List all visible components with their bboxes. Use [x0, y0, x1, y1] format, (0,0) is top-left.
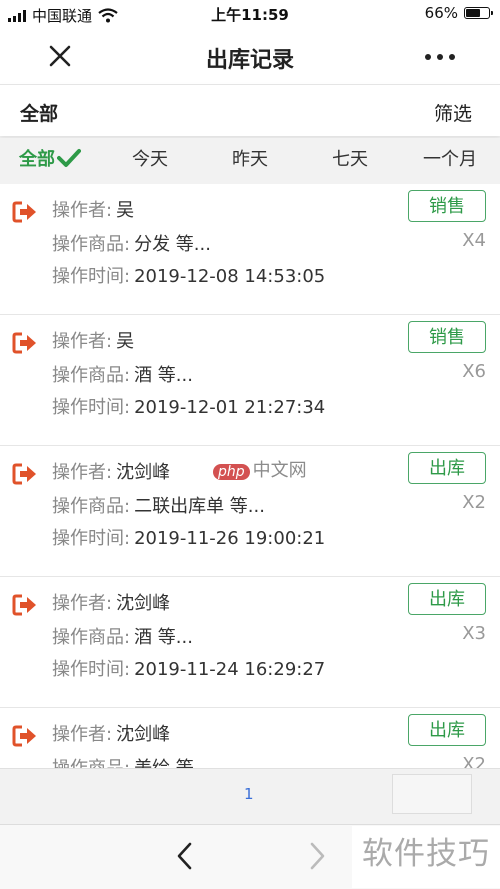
time-value: 2019-12-08 14:53:05 [134, 266, 326, 287]
time-value: 2019-11-26 19:00:21 [134, 528, 326, 549]
operator-label: 操作者: [52, 331, 113, 352]
watermark: php 中文网 [213, 456, 307, 482]
tab-yesterday[interactable]: 昨天 [200, 138, 300, 184]
operator-row: 操作者: 吴 [52, 327, 134, 353]
page-input[interactable] [392, 774, 472, 814]
goods-label: 操作商品: [52, 627, 131, 648]
time-row: 操作时间: 2019-11-24 16:29:27 [52, 655, 325, 681]
goods-row: 操作商品: 酒 等... [52, 623, 193, 649]
more-button[interactable] [420, 42, 460, 72]
type-tag[interactable]: 出库 [408, 452, 486, 484]
forward-arrow-icon[interactable] [302, 839, 332, 873]
type-tag[interactable]: 出库 [408, 583, 486, 615]
time-row: 操作时间: 2019-12-08 14:53:05 [52, 262, 325, 288]
tab-one-month[interactable]: 一个月 [400, 138, 500, 184]
operator-value: 吴 [116, 331, 135, 352]
more-dot-icon [425, 54, 431, 60]
time-label: 操作时间: [52, 397, 131, 418]
type-tag[interactable]: 销售 [408, 321, 486, 353]
status-right: 66% [424, 4, 493, 22]
time-label: 操作时间: [52, 266, 131, 287]
tab-seven-days[interactable]: 七天 [300, 138, 400, 184]
goods-row: 操作商品: 二联出库单 等... [52, 492, 265, 518]
operator-value: 吴 [116, 200, 135, 221]
screen-button[interactable]: 筛选 [434, 99, 472, 126]
operator-row: 操作者: 吴 [52, 196, 134, 222]
time-row: 操作时间: 2019-12-01 21:27:34 [52, 393, 325, 419]
close-icon[interactable] [40, 36, 80, 76]
sign-out-icon [12, 594, 36, 616]
filter-bar: 全部 筛选 [0, 84, 500, 136]
type-tag[interactable]: 销售 [408, 190, 486, 222]
operator-row: 操作者: 沈剑峰 [52, 720, 170, 746]
watermark-text: 中文网 [252, 460, 307, 481]
more-dot-icon [449, 54, 455, 60]
tab-all[interactable]: 全部 [0, 138, 100, 184]
goods-label: 操作商品: [52, 496, 131, 517]
quantity: X3 [462, 623, 486, 644]
back-arrow-icon[interactable] [170, 839, 200, 873]
date-tabs: 全部 今天 昨天 七天 一个月 [0, 138, 500, 184]
time-value: 2019-12-01 21:27:34 [134, 397, 326, 418]
sign-out-icon [12, 201, 36, 223]
operator-label: 操作者: [52, 462, 113, 483]
list-item[interactable]: 操作者:沈剑峰 操作商品:美绘 等... 操作时间: 出库 X2 [0, 708, 500, 768]
more-dot-icon [437, 54, 443, 60]
goods-row: 操作商品: 分发 等... [52, 230, 211, 256]
check-icon [57, 149, 81, 167]
quantity: X4 [462, 230, 486, 251]
goods-label: 操作商品: [52, 365, 131, 386]
sign-out-icon [12, 725, 36, 747]
operator-row: 操作者: 沈剑峰 [52, 589, 170, 615]
page-number[interactable]: 1 [244, 785, 254, 803]
battery-icon [464, 7, 493, 19]
pager: 1 [0, 768, 500, 824]
all-filter-button[interactable]: 全部 [20, 99, 58, 126]
operator-row: 操作者: 沈剑峰 [52, 458, 170, 484]
goods-label: 操作商品: [52, 234, 131, 255]
operator-label: 操作者: [52, 724, 113, 745]
list-item[interactable]: 操作者: 吴 操作商品: 酒 等... 操作时间: 2019-12-01 21:27:… [0, 315, 500, 446]
goods-row: 操作商品: 酒 等... [52, 361, 193, 387]
time-label: 操作时间: [52, 528, 131, 549]
type-tag[interactable]: 出库 [408, 714, 486, 746]
goods-value: 酒 等... [134, 365, 193, 386]
goods-row: 操作商品: 美绘 等... [52, 754, 211, 768]
list-item[interactable]: 操作者: 沈剑峰 操作商品: 酒 等... 操作时间: 2019-11-24 16:2… [0, 577, 500, 708]
tab-label: 一个月 [423, 149, 477, 170]
sign-out-icon [12, 463, 36, 485]
goods-value: 分发 等... [134, 234, 211, 255]
quantity: X2 [462, 492, 486, 513]
battery-percent: 66% [424, 4, 458, 22]
quantity: X6 [462, 361, 486, 382]
operator-label: 操作者: [52, 593, 113, 614]
status-bar: 中国联通 上午11:59 66% [0, 0, 500, 28]
watermark-logo: php [213, 464, 250, 480]
goods-label: 操作商品: [52, 758, 130, 768]
operator-value: 沈剑峰 [116, 724, 171, 745]
tab-label: 今天 [132, 149, 168, 170]
operator-label: 操作者: [52, 200, 113, 221]
time-label: 操作时间: [52, 659, 131, 680]
sign-out-icon [12, 332, 36, 354]
time-value: 2019-11-24 16:29:27 [134, 659, 326, 680]
goods-value: 二联出库单 等... [134, 496, 265, 517]
nav-bar: 出库记录 [0, 28, 500, 84]
battery-fill [466, 9, 480, 17]
tab-label: 全部 [19, 149, 55, 170]
goods-value: 美绘 等... [134, 758, 211, 768]
list-item[interactable]: 操作者: 吴 操作商品: 分发 等... 操作时间: 2019-12-08 14:53… [0, 184, 500, 315]
corner-watermark: 软件技巧 [352, 826, 500, 888]
tab-label: 昨天 [232, 149, 268, 170]
operator-value: 沈剑峰 [116, 593, 171, 614]
tab-today[interactable]: 今天 [100, 138, 200, 184]
tab-label: 七天 [332, 149, 368, 170]
time-row: 操作时间: 2019-11-26 19:00:21 [52, 524, 325, 550]
goods-value: 酒 等... [134, 627, 193, 648]
operator-value: 沈剑峰 [116, 462, 171, 483]
quantity: X2 [462, 754, 486, 768]
